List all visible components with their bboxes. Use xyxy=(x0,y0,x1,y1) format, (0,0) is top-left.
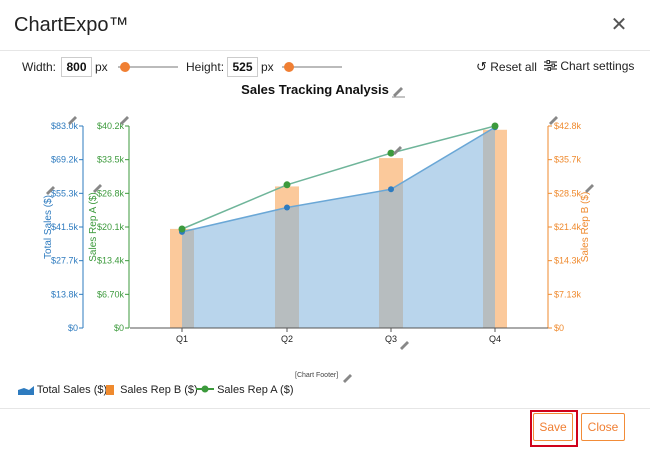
y-axis-sales-rep-a-tick-label: $26.8k xyxy=(97,188,125,198)
area-total-sales xyxy=(182,127,495,328)
y-axis-total-sales-tick-label: $27.7k xyxy=(51,256,79,266)
y-axis-sales-rep-a-tick-label: $6.70k xyxy=(97,289,125,299)
footer-divider xyxy=(0,408,650,409)
legend-item-total-sales[interactable]: Total Sales ($) xyxy=(18,383,107,396)
point-sales-rep-a xyxy=(178,225,186,233)
legend-item-sales-rep-a[interactable]: Sales Rep A ($) xyxy=(196,383,294,396)
y-axis-sales-rep-b-tick-label: $0 xyxy=(554,323,564,333)
y-axis-total-sales-tick-label: $0 xyxy=(68,323,78,333)
save-button[interactable]: Save xyxy=(533,413,573,441)
y-axis-total-sales-tick-label: $69.2k xyxy=(51,155,79,165)
y-axis-sales-rep-b-tick-label: $42.8k xyxy=(554,121,582,131)
y-axis-total-sales-tick-label: $83.0k xyxy=(51,121,79,131)
legend-label: Total Sales ($) xyxy=(36,384,108,396)
edit-footer-pencil-icon[interactable] xyxy=(341,370,353,388)
x-axis-tick-label: Q1 xyxy=(176,334,188,344)
chart-canvas: Sales Tracking Analysis $0 $13.8k $27.7k $4… xyxy=(43,82,594,350)
chart-footer: [Chart Footer] xyxy=(295,372,339,379)
point-total-sales xyxy=(388,186,394,193)
edit-pencil-icon[interactable] xyxy=(585,184,594,193)
y-axis-sales-rep-a-tick-label: $20.1k xyxy=(97,222,125,232)
bar-chart-icon xyxy=(104,384,120,396)
y-axis-sales-rep-b-tick-label: $28.5k xyxy=(554,188,582,198)
y-axis-sales-rep-b-title: Sales Rep B ($) xyxy=(580,192,591,263)
x-axis-tick-label: Q2 xyxy=(281,334,293,344)
y-axis-sales-rep-a-title: Sales Rep A ($) xyxy=(88,192,99,261)
area-chart-icon xyxy=(18,384,37,396)
y-axis-total-sales-tick-label: $13.8k xyxy=(51,289,79,299)
x-axis-tick-label: Q3 xyxy=(385,334,397,344)
point-sales-rep-a xyxy=(283,181,291,189)
y-axis-sales-rep-a-tick-label: $13.4k xyxy=(97,256,125,266)
y-axis-sales-rep-b-tick-label: $21.4k xyxy=(554,222,582,232)
chart-title: Sales Tracking Analysis xyxy=(241,82,389,97)
y-axis-sales-rep-a-tick-label: $40.2k xyxy=(97,121,125,131)
y-axis-sales-rep-b-tick-label: $7.13k xyxy=(554,289,582,299)
line-chart-icon xyxy=(196,384,217,396)
x-axis-tick-label: Q4 xyxy=(489,334,501,344)
y-axis-sales-rep-b-tick-label: $14.3k xyxy=(554,256,582,266)
edit-title-pencil-icon[interactable] xyxy=(392,87,405,98)
y-axis-sales-rep-b-tick-label: $35.7k xyxy=(554,155,582,165)
y-axis-total-sales-tick-label: $55.3k xyxy=(51,188,79,198)
legend-label: Sales Rep B ($) xyxy=(120,384,198,396)
point-total-sales xyxy=(284,204,290,211)
legend-label: Sales Rep A ($) xyxy=(217,384,294,396)
edit-pencil-icon[interactable] xyxy=(400,341,409,350)
y-axis-total-sales-tick-label: $41.5k xyxy=(51,222,79,232)
close-button[interactable]: Close xyxy=(581,413,625,441)
point-sales-rep-a xyxy=(491,122,499,130)
y-axis-sales-rep-a-tick-label: $33.5k xyxy=(97,155,125,165)
y-axis-total-sales-title: Total Sales ($) xyxy=(43,195,54,259)
y-axis-sales-rep-a-tick-label: $0 xyxy=(114,323,124,333)
legend-item-sales-rep-b[interactable]: Sales Rep B ($) xyxy=(104,383,198,396)
